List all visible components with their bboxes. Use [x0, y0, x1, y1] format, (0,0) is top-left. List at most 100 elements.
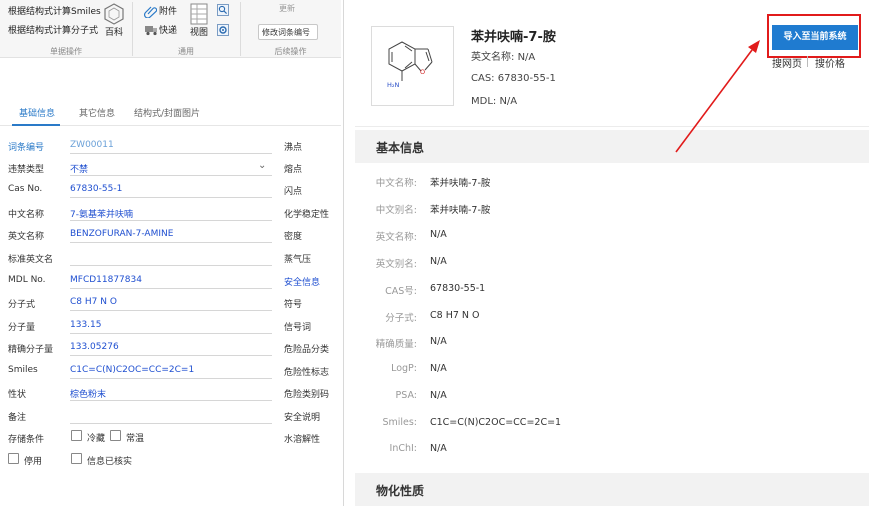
- product-cas: CAS: 67830-55-1: [471, 73, 556, 84]
- modify-code-label: 修改词条编号: [262, 28, 310, 37]
- product-detail-panel: H₂N O 苯并呋喃-7-胺 英文名称: N/A CAS: 67830-55-1…: [355, 0, 869, 506]
- appearance-field[interactable]: 棕色粉末: [70, 387, 106, 400]
- ribbon-toolbar: 根据结构式计算Smiles 根据结构式计算分子式 百科 附件 快递 视图 更新 …: [0, 0, 341, 58]
- attachment-label: 附件: [159, 7, 178, 17]
- form-row-en-name: 英文名称 BENZOFURAN-7-AMINE 密度: [0, 224, 341, 246]
- exact-mass-field[interactable]: 133.05276: [70, 342, 119, 352]
- product-name: 苯并呋喃-7-胺: [471, 30, 556, 45]
- product-mdl: MDL: N/A: [471, 96, 517, 107]
- tab-other-info[interactable]: 其它信息: [79, 108, 115, 120]
- group-label-followup: 后续操作: [274, 47, 307, 56]
- field-underline: [70, 153, 272, 154]
- field-underline: [70, 175, 272, 176]
- info-row: LogP: N/A: [355, 360, 869, 380]
- entry-editor-panel: 根据结构式计算Smiles 根据结构式计算分子式 百科 附件 快递 视图 更新 …: [0, 0, 341, 506]
- disable-label: 停用: [24, 457, 43, 467]
- info-row: PSA: N/A: [355, 387, 869, 407]
- field-label: 中文名称: [8, 210, 45, 220]
- form-row-std-en-name: 标准英文名 蒸气压: [0, 247, 341, 269]
- form-row-smiles: Smiles C1C=C(N)C2OC=CC=2C=1 危险性标志: [0, 360, 341, 382]
- vapor-pressure-label: 蒸气压: [284, 255, 312, 265]
- form-row-entry-code: 词条编号 ZW00011 沸点: [0, 135, 341, 157]
- info-value: 67830-55-1: [430, 283, 486, 294]
- link-separator: [807, 56, 808, 67]
- form-row-flags: 停用 信息已核实: [0, 450, 341, 472]
- chevron-down-icon[interactable]: ⌄: [258, 160, 266, 171]
- basic-info-header: 基本信息: [355, 130, 869, 163]
- safety-statement-label: 安全说明: [284, 413, 321, 423]
- mdl-value: N/A: [499, 96, 518, 107]
- smiles-field[interactable]: C1C=C(N)C2OC=CC=2C=1: [70, 365, 194, 375]
- paperclip-icon: [144, 6, 157, 18]
- hexagon-icon: [104, 3, 124, 25]
- info-value: C1C=C(N)C2OC=CC=2C=1: [430, 417, 562, 428]
- field-label: 英文名称: [8, 232, 45, 242]
- quick-label: 快递: [159, 26, 178, 36]
- boiling-point-label: 沸点: [284, 143, 303, 153]
- form-row-cas: Cas No. 67830-55-1 闪点: [0, 179, 341, 201]
- info-value: 苯并呋喃-7-胺: [430, 205, 491, 216]
- form-row-exact-mass: 精确分子量 133.05276 危险品分类: [0, 337, 341, 359]
- field-underline: [70, 355, 272, 356]
- field-label: 标准英文名: [8, 255, 54, 265]
- info-label: InChI:: [389, 443, 417, 454]
- verified-label: 信息已核实: [87, 457, 133, 467]
- en-name-field[interactable]: BENZOFURAN-7-AMINE: [70, 229, 173, 239]
- truck-icon: [145, 26, 157, 36]
- info-label: PSA:: [395, 390, 417, 401]
- section-title: 基本信息: [376, 141, 425, 155]
- update-button[interactable]: 更新: [279, 3, 295, 15]
- refrigerate-checkbox[interactable]: [71, 430, 82, 441]
- product-en-name: 英文名称: N/A: [471, 48, 535, 63]
- room-temp-checkbox[interactable]: [110, 430, 121, 441]
- info-label: 分子式:: [385, 313, 417, 324]
- cn-name-field[interactable]: 7-氨基苯并呋喃: [70, 207, 133, 220]
- calc-smiles-button[interactable]: 根据结构式计算Smiles: [8, 6, 101, 18]
- ban-type-select[interactable]: 不禁: [70, 162, 88, 175]
- info-value: N/A: [430, 390, 447, 401]
- search-web-link[interactable]: 搜网页: [772, 55, 802, 70]
- cas-field[interactable]: 67830-55-1: [70, 184, 122, 194]
- info-label: 中文名称:: [375, 178, 417, 189]
- info-row: 英文名称: N/A: [355, 226, 869, 246]
- field-underline: [70, 333, 272, 334]
- info-value: N/A: [430, 229, 447, 240]
- hazard-class-label: 危险品分类: [284, 345, 330, 355]
- safety-info-label: 安全信息: [284, 278, 321, 288]
- mol-weight-field[interactable]: 133.15: [70, 320, 102, 330]
- oxygen-atom-label: O: [420, 68, 426, 76]
- calc-formula-button[interactable]: 根据结构式计算分子式: [8, 25, 98, 37]
- entry-code-field[interactable]: ZW00011: [70, 140, 114, 150]
- verified-checkbox[interactable]: [71, 453, 82, 464]
- search-icon[interactable]: [217, 4, 229, 16]
- info-label: 精确质量:: [375, 339, 417, 350]
- field-label: Cas No.: [8, 184, 43, 194]
- disable-checkbox[interactable]: [8, 453, 19, 464]
- melting-point-label: 熔点: [284, 165, 303, 175]
- info-value: C8 H7 N O: [430, 310, 480, 321]
- info-label: CAS号:: [385, 286, 417, 297]
- field-underline: [70, 288, 272, 289]
- mdl-field[interactable]: MFCD11877834: [70, 275, 142, 285]
- hazard-symbol-label: 危险性标志: [284, 368, 330, 378]
- field-label: 违禁类型: [8, 165, 45, 175]
- tab-basic-info[interactable]: 基础信息: [19, 108, 55, 120]
- search-price-link[interactable]: 搜价格: [815, 55, 845, 70]
- cas-value: 67830-55-1: [497, 73, 556, 84]
- view-label: 视图: [190, 28, 209, 38]
- info-value: N/A: [430, 363, 447, 374]
- tab-structure-image[interactable]: 结构式/封面图片: [134, 108, 200, 120]
- gear-icon[interactable]: [217, 24, 229, 36]
- field-underline: [70, 423, 272, 424]
- info-value: N/A: [430, 443, 447, 454]
- formula-field[interactable]: C8 H7 N O: [70, 297, 117, 307]
- mdl-label: MDL:: [471, 96, 500, 107]
- info-label: 中文别名:: [375, 205, 417, 216]
- info-label: 英文别名:: [375, 259, 417, 270]
- form-row-appearance: 性状 棕色粉末 危险类别码: [0, 382, 341, 404]
- chemical-stability-label: 化学稳定性: [284, 210, 330, 220]
- info-label: LogP:: [391, 363, 417, 374]
- info-label: Smiles:: [382, 417, 417, 428]
- form-row-mol-weight: 分子量 133.15 信号词: [0, 315, 341, 337]
- modify-code-button[interactable]: 修改词条编号: [258, 24, 318, 40]
